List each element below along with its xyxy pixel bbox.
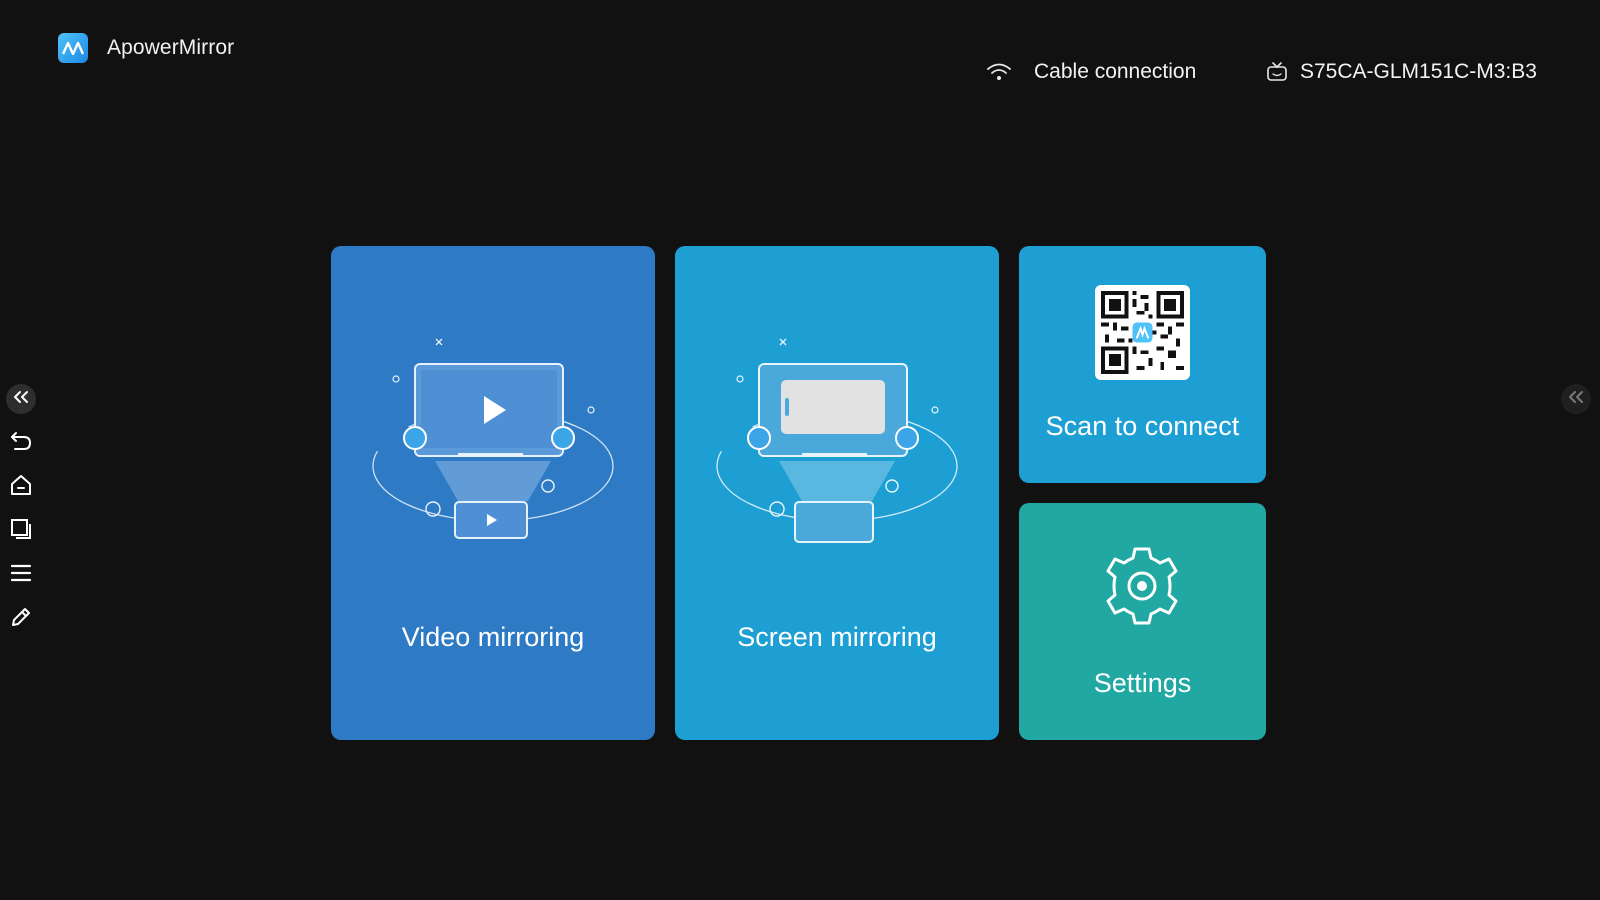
video-mirroring-label: Video mirroring [401,622,585,652]
left-toolbar [6,384,36,648]
double-chevron-left-icon [13,390,29,409]
collapse-toolbar-button[interactable] [6,384,36,414]
device-name: S75CA-GLM151C-M3:B3 [1300,60,1537,83]
qr-code [1095,285,1190,380]
menu-icon [9,562,33,589]
scan-to-connect-label: Scan to connect [1045,411,1240,441]
screen-mirroring-card[interactable]: Screen mirroring [675,246,999,740]
video-mirroring-illustration [372,338,614,539]
menu-button[interactable] [6,560,36,590]
back-button[interactable] [6,428,36,458]
settings-card[interactable]: Settings [1019,503,1266,740]
pencil-icon [9,605,33,634]
screen-mirroring-label: Screen mirroring [737,622,937,652]
recent-apps-icon [9,517,33,546]
connection-label: Cable connection [1034,60,1197,83]
home-button[interactable] [6,472,36,502]
scan-to-connect-card[interactable]: Scan to connect [1019,246,1266,483]
gear-icon [1106,547,1178,625]
video-mirroring-card[interactable]: Video mirroring [331,246,655,740]
apowermirror-logo-icon [58,33,88,63]
settings-label: Settings [1093,668,1192,698]
screen-mirroring-illustration [716,338,958,543]
annotate-button[interactable] [6,604,36,634]
app-title: ApowerMirror [107,36,235,59]
double-chevron-left-icon [1568,390,1584,409]
back-arrow-icon [9,430,33,457]
wifi-icon [986,62,1012,82]
home-icon [9,473,33,502]
tv-icon [1266,62,1288,82]
device-status: S75CA-GLM151C-M3:B3 [1266,60,1537,84]
connection-status: Cable connection [986,60,1196,84]
right-collapse-button[interactable] [1561,384,1591,414]
recent-apps-button[interactable] [6,516,36,546]
